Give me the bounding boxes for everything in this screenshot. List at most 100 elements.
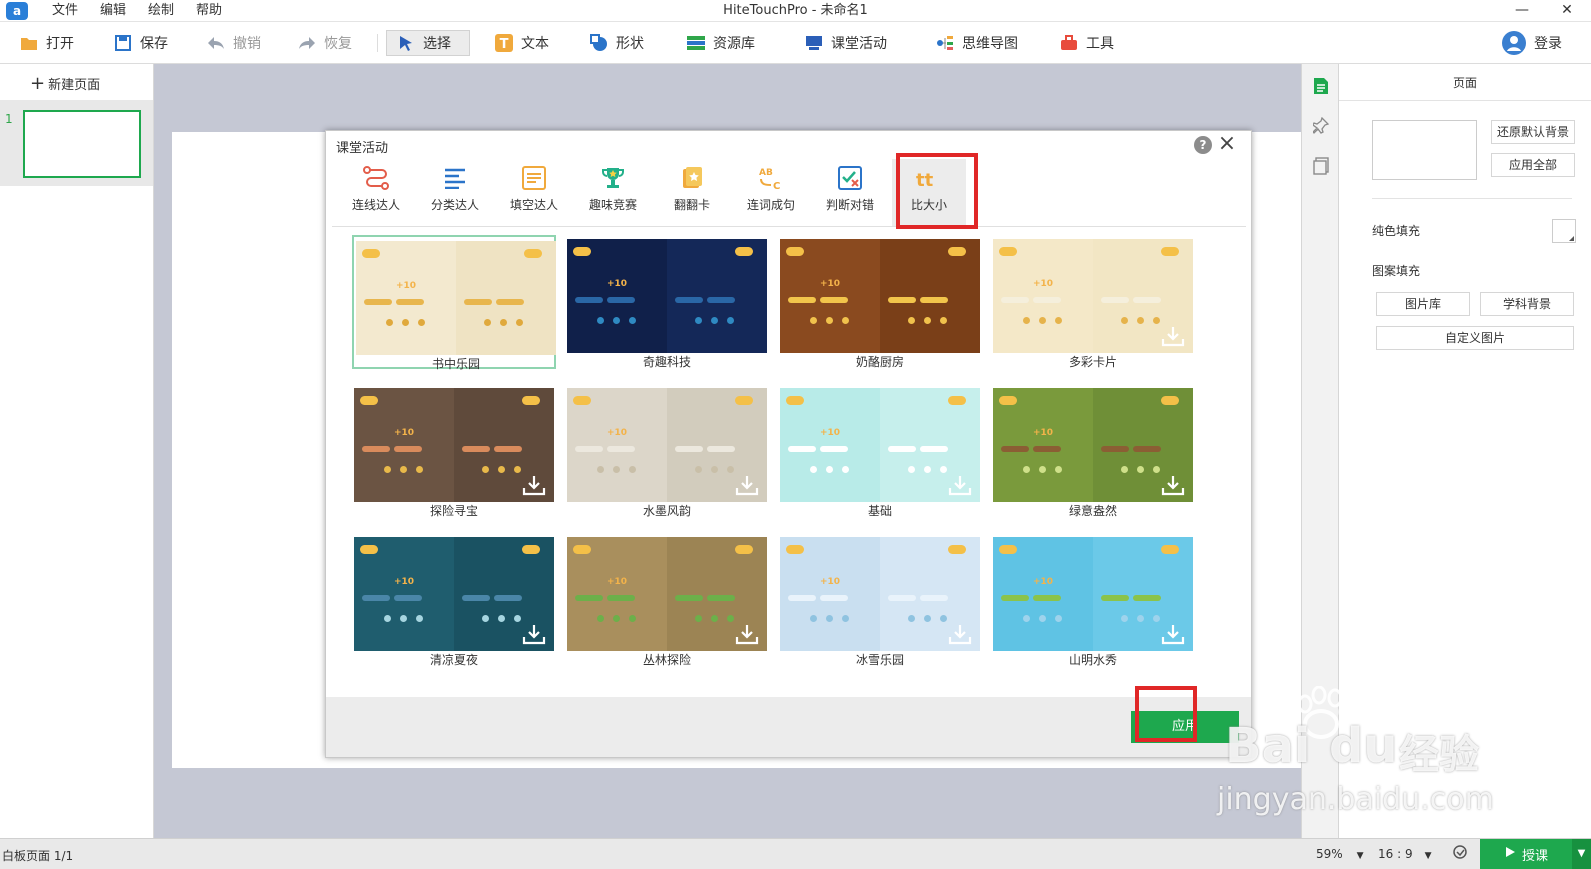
download-icon[interactable] xyxy=(1161,474,1185,496)
tools-button[interactable]: 工具 xyxy=(1060,30,1114,56)
preview-dot xyxy=(482,466,489,473)
help-icon[interactable]: ? xyxy=(1194,136,1212,154)
page-thumbnail-row[interactable]: 1 xyxy=(0,100,153,186)
save-icon xyxy=(114,34,132,52)
theme-name: 水墨风韵 xyxy=(642,504,691,518)
preview-bar xyxy=(396,299,424,305)
theme-name: 基础 xyxy=(867,504,892,518)
download-icon[interactable] xyxy=(735,474,759,496)
preview-dot xyxy=(810,615,817,622)
text-button[interactable]: T 文本 xyxy=(495,30,549,56)
theme-preview-image: +10 xyxy=(567,537,767,651)
download-icon[interactable] xyxy=(522,474,546,496)
activity-tabs: 连线达人 分类达人 填空达人 趣味竞赛 翻翻卡 AB C 连词成句 判断对错 tt xyxy=(332,159,1246,227)
apply-all-button[interactable]: 应用全部 xyxy=(1491,153,1575,177)
tab-competition[interactable]: 趣味竞赛 xyxy=(576,159,650,226)
download-icon[interactable] xyxy=(1161,623,1185,645)
preview-right-half xyxy=(667,239,767,353)
tab-label: 趣味竞赛 xyxy=(588,198,637,212)
hand-icon[interactable] xyxy=(1452,844,1468,864)
score-label: +10 xyxy=(607,577,628,587)
select-button[interactable]: 选择 xyxy=(386,30,470,56)
preview-dot xyxy=(416,615,423,622)
open-button[interactable]: 打开 xyxy=(20,30,74,56)
undo-button[interactable]: 撤销 xyxy=(207,30,261,56)
preview-dot xyxy=(826,317,833,324)
preview-bar xyxy=(1001,297,1029,303)
theme-card[interactable]: +10 丛林探险 xyxy=(565,533,769,667)
new-page-button[interactable]: + 新建页面 xyxy=(30,74,100,93)
preview-bar xyxy=(575,297,603,303)
minimize-icon[interactable]: — xyxy=(1504,0,1540,22)
preview-bar xyxy=(364,299,392,305)
svg-text:T: T xyxy=(500,37,509,52)
preview-dot xyxy=(400,615,407,622)
new-page-label: 新建页面 xyxy=(48,78,101,93)
svg-text:AB: AB xyxy=(759,168,773,178)
mindmap-button[interactable]: 思维导图 xyxy=(936,30,1018,56)
close-icon[interactable]: × xyxy=(1214,131,1240,157)
fill-blank-icon xyxy=(521,165,547,191)
preview-bar xyxy=(496,299,524,305)
theme-card[interactable]: +10 基础 xyxy=(778,384,982,518)
theme-card[interactable]: +10 清凉夏夜 xyxy=(352,533,556,667)
tab-label: 判断对错 xyxy=(825,198,874,212)
theme-card[interactable]: +10 多彩卡片 xyxy=(991,235,1195,369)
preview-dot xyxy=(842,615,849,622)
restore-default-background-button[interactable]: 还原默认背景 xyxy=(1491,120,1575,144)
preview-bar xyxy=(607,297,635,303)
connect-icon xyxy=(363,165,389,191)
theme-card[interactable]: +10 水墨风韵 xyxy=(565,384,769,518)
theme-card[interactable]: +10 山明水秀 xyxy=(991,533,1195,667)
resources-button[interactable]: 资源库 xyxy=(687,30,755,56)
download-icon[interactable] xyxy=(522,623,546,645)
preview-bar xyxy=(675,446,703,452)
zoom-select[interactable]: 59% ▼ xyxy=(1316,844,1364,864)
close-window-icon[interactable]: ✕ xyxy=(1549,0,1585,22)
theme-preview-image: +10 xyxy=(354,537,554,651)
tab-classify[interactable]: 分类达人 xyxy=(418,159,492,226)
coin-badge xyxy=(573,247,591,256)
theme-card[interactable]: +10 书中乐园 xyxy=(352,235,556,371)
page-settings-icon[interactable] xyxy=(1312,76,1330,96)
fill-color-picker[interactable] xyxy=(1552,219,1576,243)
shape-button[interactable]: 形状 xyxy=(590,30,644,56)
preview-left-half xyxy=(993,239,1093,353)
preview-dot xyxy=(826,466,833,473)
tab-flip-card[interactable]: 翻翻卡 xyxy=(655,159,729,226)
theme-card[interactable]: +10 绿意盎然 xyxy=(991,384,1195,518)
download-icon[interactable] xyxy=(948,623,972,645)
download-icon[interactable] xyxy=(1161,325,1185,347)
preview-dot xyxy=(1023,615,1030,622)
save-button[interactable]: 保存 xyxy=(114,30,168,56)
page-thumbnail[interactable] xyxy=(23,110,141,178)
classroom-activity-button[interactable]: 课堂活动 xyxy=(805,30,887,56)
redo-button[interactable]: 恢复 xyxy=(298,30,352,56)
toolbar-divider xyxy=(377,34,378,52)
theme-preview-image: +10 xyxy=(567,388,767,502)
teach-button[interactable]: 授课 xyxy=(1480,839,1572,869)
theme-card[interactable]: +10 冰雪乐园 xyxy=(778,533,982,667)
pin-icon[interactable] xyxy=(1312,116,1330,136)
tab-true-false[interactable]: 判断对错 xyxy=(813,159,887,226)
theme-card[interactable]: +10 奶酪厨房 xyxy=(778,235,982,369)
tab-connect[interactable]: 连线达人 xyxy=(339,159,413,226)
preview-bar xyxy=(362,446,390,452)
tab-label: 填空达人 xyxy=(509,198,558,212)
slides-icon[interactable] xyxy=(1312,156,1330,176)
subject-background-button[interactable]: 学科背景 xyxy=(1480,292,1574,316)
teach-dropdown-icon[interactable]: ▼ xyxy=(1572,839,1591,869)
tab-word-sentence[interactable]: AB C 连词成句 xyxy=(734,159,808,226)
download-icon[interactable] xyxy=(735,623,759,645)
tab-fill-blank[interactable]: 填空达人 xyxy=(497,159,571,226)
aspect-ratio-select[interactable]: 16 : 9 ▼ xyxy=(1378,844,1432,864)
classroom-icon xyxy=(805,34,823,52)
login-button[interactable]: 登录 xyxy=(1502,30,1562,56)
gallery-button[interactable]: 图片库 xyxy=(1376,292,1470,316)
custom-image-button[interactable]: 自定义图片 xyxy=(1376,326,1574,350)
theme-card[interactable]: +10 奇趣科技 xyxy=(565,235,769,369)
theme-card[interactable]: +10 探险寻宝 xyxy=(352,384,556,518)
preview-dot xyxy=(613,466,620,473)
download-icon[interactable] xyxy=(948,474,972,496)
preview-dot xyxy=(924,317,931,324)
